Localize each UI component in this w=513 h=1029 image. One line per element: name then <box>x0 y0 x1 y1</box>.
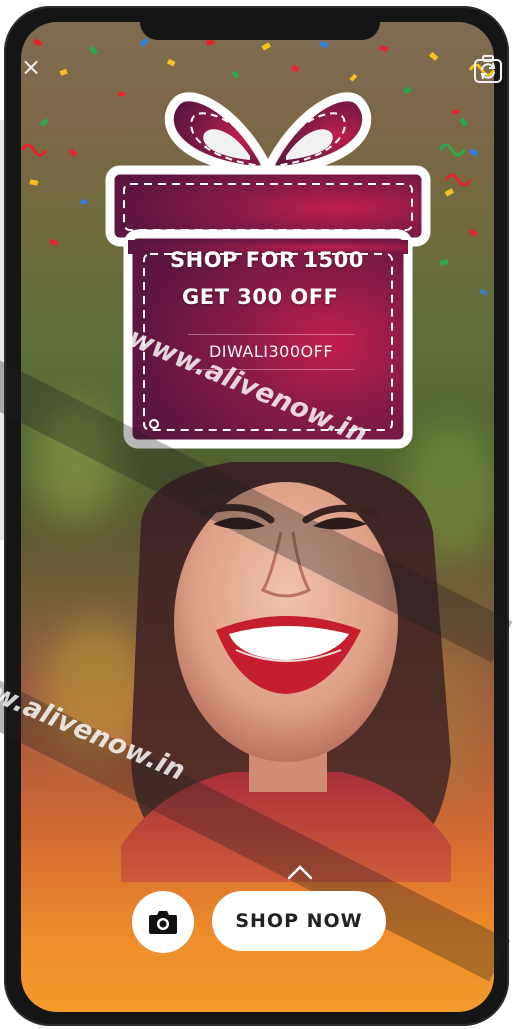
camera-button[interactable] <box>132 891 194 953</box>
ar-filter-preview: × SHOP FOR 1500 GET 300 OFF DIWALI300OFF… <box>0 0 513 1029</box>
shop-now-button[interactable]: SHOP NOW <box>212 891 386 951</box>
phone-notch <box>140 12 380 40</box>
camera-flip-icon[interactable] <box>472 54 504 86</box>
camera-icon <box>149 911 177 934</box>
offer-headline: SHOP FOR 1500 <box>170 248 364 272</box>
face-photo <box>121 462 451 882</box>
coupon-code: DIWALI300OFF <box>188 334 354 370</box>
offer-discount: GET 300 OFF <box>182 285 339 309</box>
close-button[interactable]: × <box>20 55 42 79</box>
chevron-up-icon[interactable] <box>286 864 314 880</box>
